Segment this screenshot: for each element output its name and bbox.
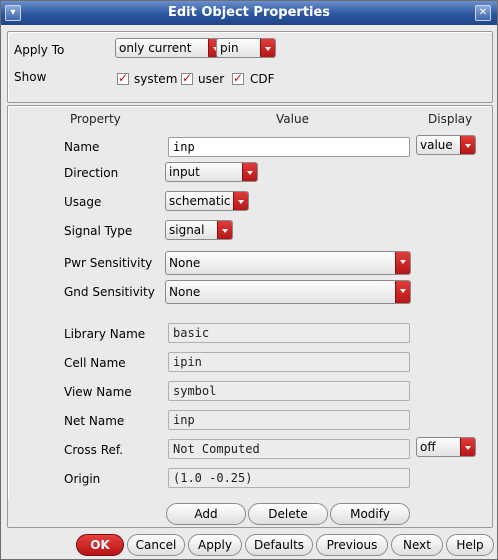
library-name-field: basic	[168, 323, 410, 343]
column-header-property: Property	[70, 112, 121, 126]
net-name-label: Net Name	[64, 414, 125, 428]
apply-show-panel: Apply To only current pin Show ✓ system …	[7, 31, 493, 103]
apply-scope-select[interactable]: only current	[115, 38, 224, 58]
name-field[interactable]: inp	[168, 137, 410, 157]
pwr-sensitivity-label: Pwr Sensitivity	[64, 256, 153, 270]
view-name-label: View Name	[64, 385, 132, 399]
usage-select[interactable]: schematic	[165, 191, 249, 211]
properties-panel: Property Value Display Name inp value Di…	[7, 105, 493, 527]
column-header-display: Display	[428, 112, 473, 126]
cell-name-label: Cell Name	[64, 356, 126, 370]
window-title: Edit Object Properties	[167, 5, 331, 20]
edit-buttons-bar: Add Delete Modify	[7, 500, 493, 528]
next-button[interactable]: Next	[391, 534, 443, 556]
add-button[interactable]: Add	[166, 503, 246, 525]
pwr-sensitivity-select[interactable]: None	[165, 251, 411, 275]
chevron-down-icon	[395, 252, 410, 274]
apply-button[interactable]: Apply	[188, 534, 242, 556]
ok-button[interactable]: OK	[76, 534, 124, 556]
cross-ref-field: Not Computed	[168, 439, 410, 459]
origin-field: (1.0 -0.25)	[168, 468, 410, 488]
delete-button[interactable]: Delete	[248, 503, 328, 525]
gnd-sensitivity-label: Gnd Sensitivity	[64, 285, 155, 299]
show-user-label: user	[198, 72, 225, 86]
origin-label: Origin	[64, 472, 101, 486]
show-user-checkbox[interactable]: ✓	[181, 71, 193, 85]
apply-type-select[interactable]: pin	[216, 38, 276, 58]
apply-to-label: Apply To	[14, 43, 65, 57]
cancel-button[interactable]: Cancel	[127, 534, 185, 556]
chevron-down-icon	[460, 438, 475, 456]
chevron-down-icon	[460, 136, 475, 154]
direction-label: Direction	[64, 166, 119, 180]
title-bar[interactable]: ▾ Edit Object Properties ✕	[1, 1, 497, 25]
cross-ref-label: Cross Ref.	[64, 443, 124, 457]
cell-name-field: ipin	[168, 352, 410, 372]
modify-button[interactable]: Modify	[330, 503, 410, 525]
name-display-select[interactable]: value	[416, 135, 476, 155]
checkmark-icon: ✓	[233, 71, 244, 85]
cross-ref-display-select[interactable]: off	[416, 437, 476, 457]
direction-select[interactable]: input	[165, 162, 258, 182]
help-button[interactable]: Help	[446, 534, 494, 556]
show-system-label: system	[134, 72, 178, 86]
edit-object-properties-window: ▾ Edit Object Properties ✕ Apply To only…	[0, 0, 498, 560]
chevron-down-icon	[395, 281, 410, 303]
signal-type-select[interactable]: signal	[165, 220, 233, 240]
usage-label: Usage	[64, 195, 102, 209]
checkmark-icon: ✓	[118, 71, 129, 85]
signal-type-label: Signal Type	[64, 224, 133, 238]
name-label: Name	[64, 140, 100, 154]
close-icon[interactable]: ✕	[475, 5, 491, 21]
chevron-down-icon	[233, 192, 248, 210]
previous-button[interactable]: Previous	[316, 534, 388, 556]
chevron-down-icon	[217, 221, 232, 239]
gnd-sensitivity-select[interactable]: None	[165, 280, 411, 304]
net-name-field: inp	[168, 410, 410, 430]
view-name-field: symbol	[168, 381, 410, 401]
show-cdf-label: CDF	[250, 72, 275, 86]
defaults-button[interactable]: Defaults	[245, 534, 313, 556]
checkmark-icon: ✓	[182, 71, 193, 85]
chevron-down-icon	[260, 39, 275, 57]
show-label: Show	[14, 70, 47, 84]
library-name-label: Library Name	[64, 327, 146, 341]
chevron-down-icon	[242, 163, 257, 181]
column-header-value: Value	[276, 112, 309, 126]
show-system-checkbox[interactable]: ✓	[117, 71, 129, 85]
show-cdf-checkbox[interactable]: ✓	[232, 71, 244, 85]
